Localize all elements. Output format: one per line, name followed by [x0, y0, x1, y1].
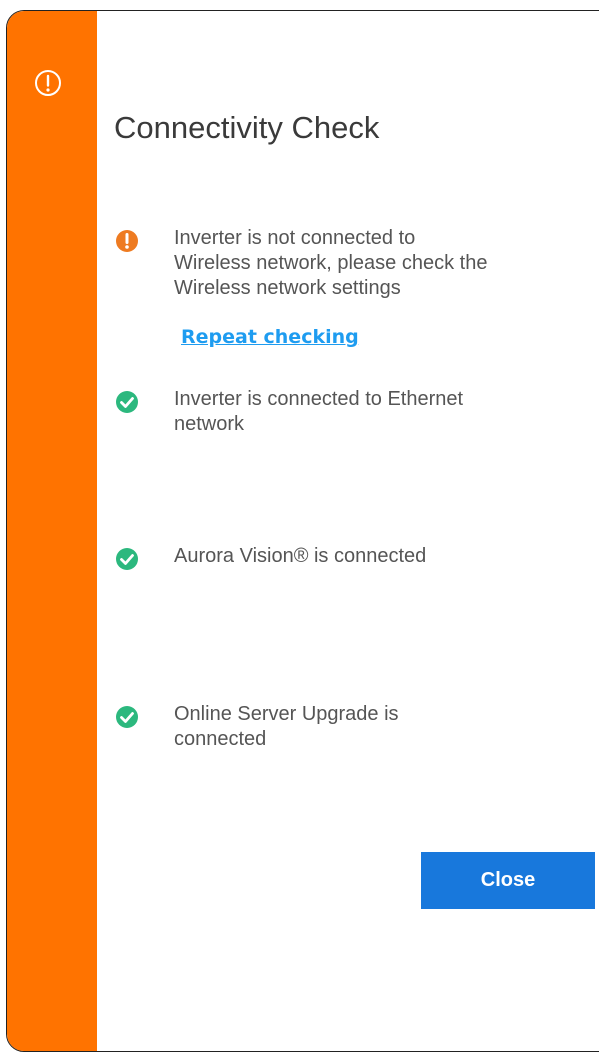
check-item-text: Inverter is not connected to Wireless ne…: [174, 227, 488, 299]
dialog-title: Connectivity Check: [114, 110, 380, 145]
check-circle-icon: [116, 706, 138, 728]
dialog-side-bar: [7, 11, 97, 1051]
exclamation-circle-icon: [116, 230, 138, 252]
check-circle-icon: [116, 391, 138, 413]
close-button[interactable]: Close: [421, 852, 595, 909]
check-item-text: Online Server Upgrade is connected: [174, 703, 399, 750]
repeat-checking-link[interactable]: Repeat checking: [181, 326, 359, 348]
check-item-text: Inverter is connected to Ethernet networ…: [174, 388, 464, 435]
check-circle-icon: [116, 548, 138, 570]
check-item-text: Aurora Vision® is connected: [174, 545, 427, 567]
exclamation-circle-outline-icon: [35, 70, 61, 96]
